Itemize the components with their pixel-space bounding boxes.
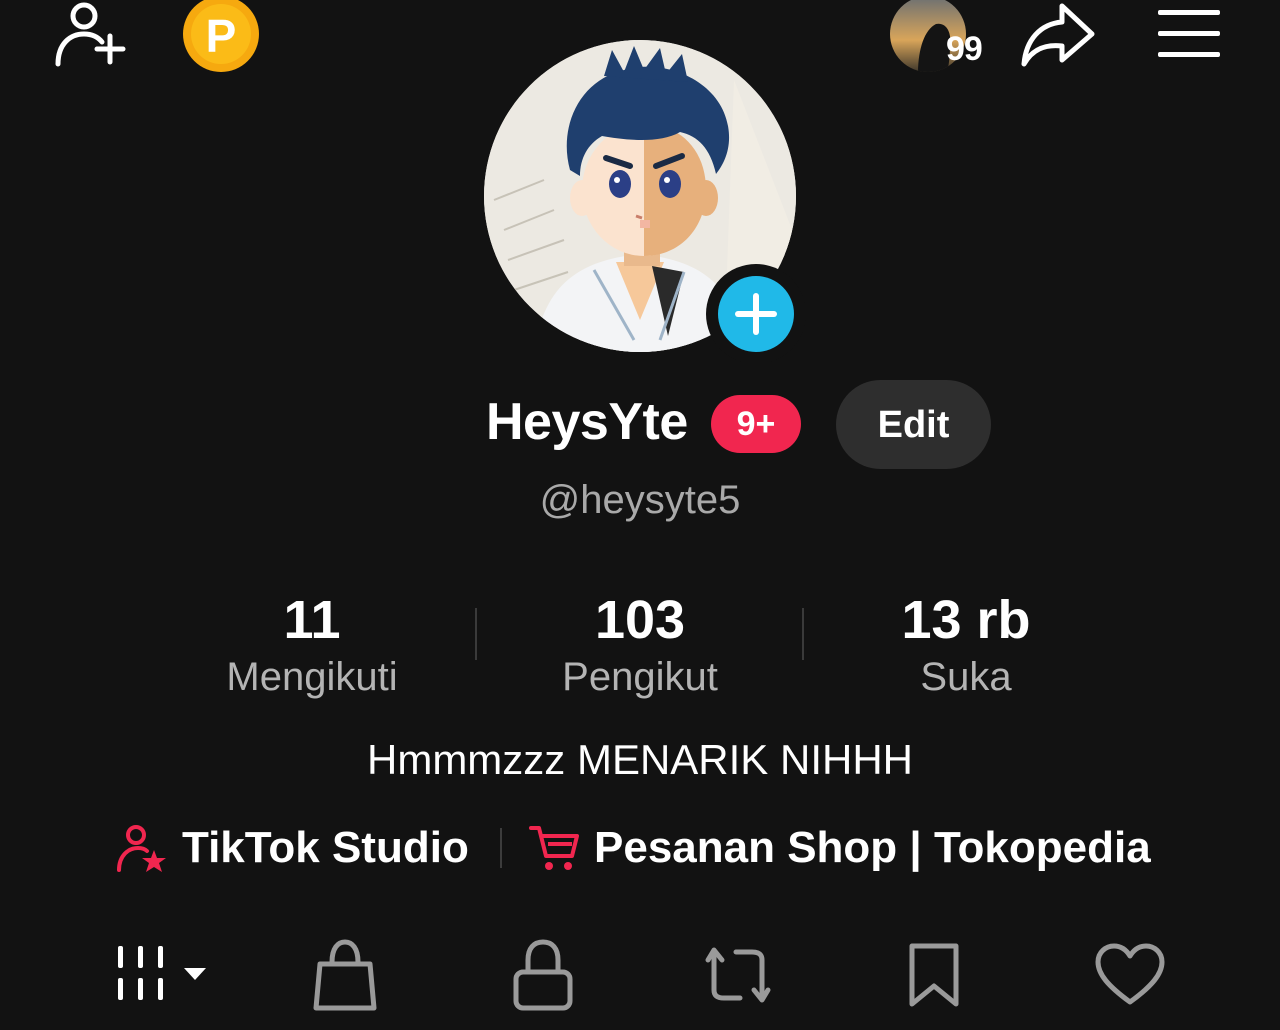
tab-private[interactable] xyxy=(508,938,578,1014)
creator-star-icon xyxy=(117,825,166,872)
profile-avatar[interactable] xyxy=(484,40,806,364)
private-lock-icon xyxy=(513,939,573,1011)
coin-icon[interactable]: P xyxy=(182,0,260,72)
stat-divider xyxy=(475,608,477,660)
plus-icon xyxy=(718,276,794,352)
stat-following[interactable]: 11 Mengikuti xyxy=(182,590,442,704)
stat-likes[interactable]: 13 rb Suka xyxy=(836,590,1096,704)
videos-grid-icon xyxy=(118,946,206,1000)
shop-orders-link[interactable]: Pesanan Shop | Tokopedia xyxy=(528,818,1151,878)
edit-profile-button[interactable]: Edit xyxy=(836,380,991,469)
profile-handle: @heysyte5 xyxy=(539,478,741,522)
tab-liked[interactable] xyxy=(1094,938,1166,1014)
followers-label: Pengikut xyxy=(562,655,718,699)
coin-letter: P xyxy=(206,10,237,62)
tiktok-studio-label: TikTok Studio xyxy=(182,823,469,872)
cart-icon xyxy=(529,826,579,870)
hamburger-menu-icon[interactable] xyxy=(1156,8,1222,60)
heart-icon xyxy=(1095,943,1165,1005)
tab-saved[interactable] xyxy=(904,938,964,1014)
profile-page: P 99 HeysYte 9+ Edit @heysyte5 11 Mengik… xyxy=(0,0,1280,1030)
share-icon[interactable] xyxy=(1018,0,1098,70)
bookmark-icon xyxy=(909,943,959,1007)
stat-divider xyxy=(802,608,804,660)
add-friend-icon[interactable] xyxy=(52,0,132,70)
following-count: 11 xyxy=(283,590,341,650)
link-divider xyxy=(500,828,502,868)
story-count: 99 xyxy=(946,30,983,68)
tiktok-studio-link[interactable]: TikTok Studio xyxy=(116,818,469,878)
followers-count: 103 xyxy=(594,590,686,650)
likes-label: Suka xyxy=(920,655,1012,699)
tab-shop[interactable] xyxy=(310,938,380,1014)
profile-bio: Hmmmzzz MENARIK NIHHH xyxy=(367,736,913,783)
following-label: Mengikuti xyxy=(226,655,398,699)
shop-bag-icon xyxy=(313,939,377,1011)
profile-name: HeysYte xyxy=(486,393,688,451)
tab-repost[interactable] xyxy=(700,938,776,1014)
shop-orders-label: Pesanan Shop | Tokopedia xyxy=(594,823,1151,872)
repost-icon xyxy=(705,947,771,1003)
add-avatar-button[interactable] xyxy=(706,264,806,364)
tab-videos[interactable] xyxy=(112,938,212,1014)
stat-followers[interactable]: 103 Pengikut xyxy=(510,590,770,704)
notification-badge[interactable]: 9+ xyxy=(711,395,801,453)
likes-count: 13 rb xyxy=(901,590,1031,650)
